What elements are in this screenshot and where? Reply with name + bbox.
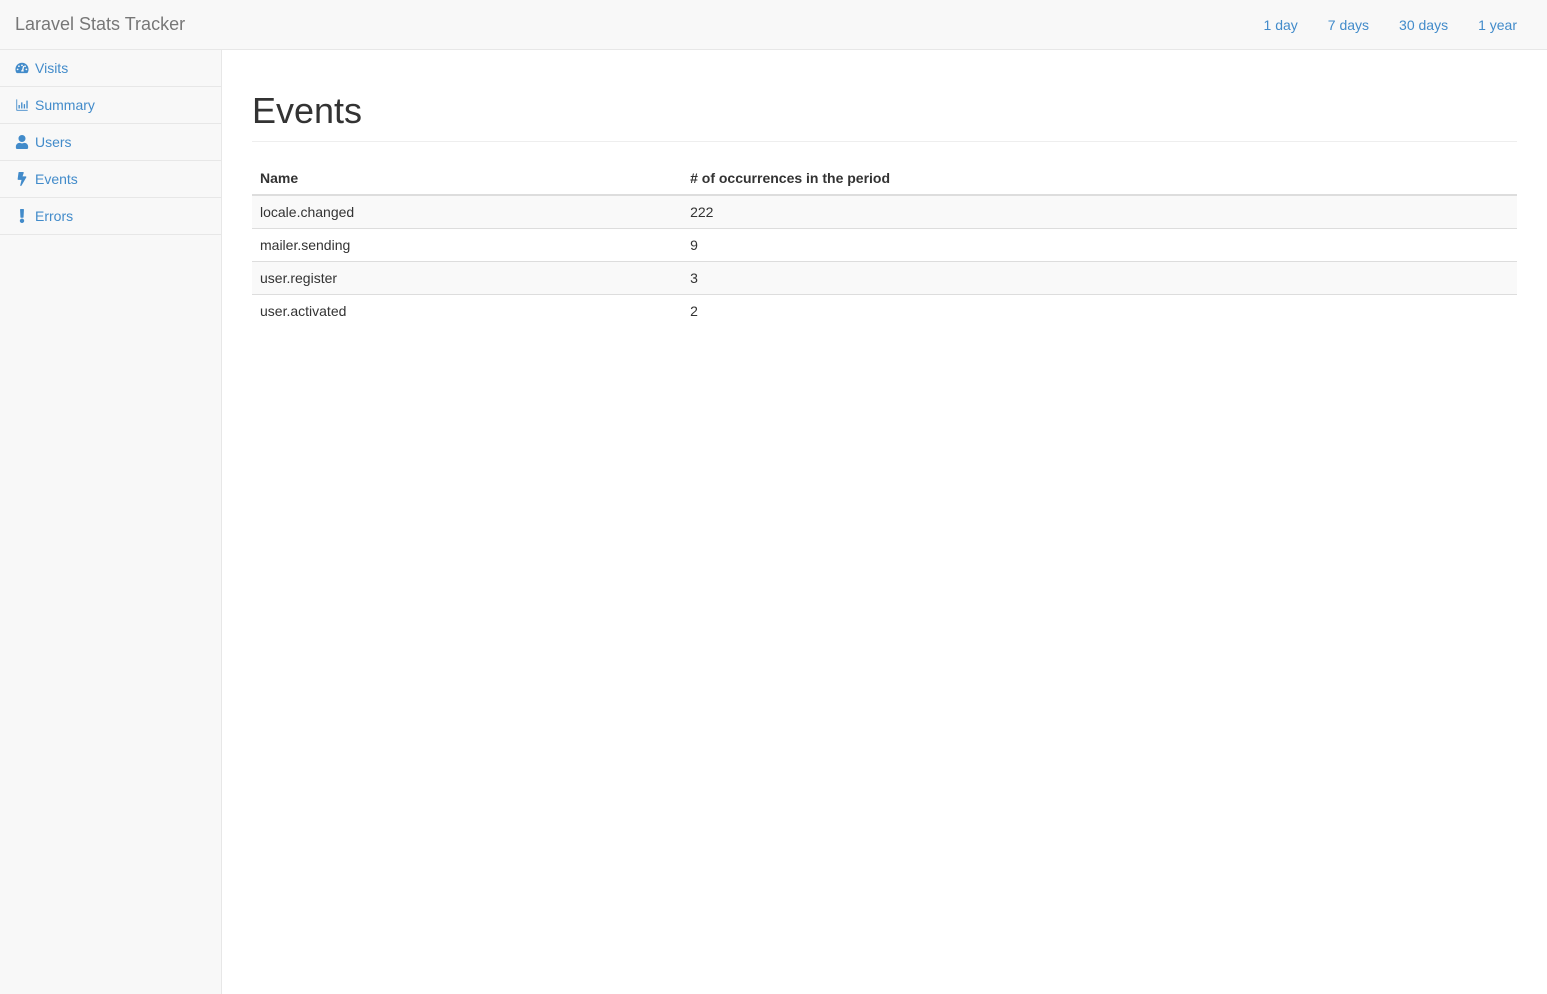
events-table: Name # of occurrences in the period loca… bbox=[252, 162, 1517, 327]
sidebar-item-events[interactable]: Events bbox=[0, 161, 221, 197]
sidebar: Visits Summary Users bbox=[0, 50, 222, 994]
cell-name: user.register bbox=[252, 262, 682, 295]
period-1-day[interactable]: 1 day bbox=[1249, 2, 1313, 48]
page-title: Events bbox=[252, 90, 1517, 142]
cell-count: 2 bbox=[682, 295, 1517, 328]
table-row: user.activated 2 bbox=[252, 295, 1517, 328]
table-row: mailer.sending 9 bbox=[252, 229, 1517, 262]
user-icon bbox=[15, 135, 29, 149]
sidebar-item-label: Events bbox=[35, 171, 78, 187]
cell-name: mailer.sending bbox=[252, 229, 682, 262]
column-count: # of occurrences in the period bbox=[682, 162, 1517, 195]
brand-link[interactable]: Laravel Stats Tracker bbox=[15, 14, 185, 35]
sidebar-item-users[interactable]: Users bbox=[0, 124, 221, 160]
cell-count: 3 bbox=[682, 262, 1517, 295]
column-name: Name bbox=[252, 162, 682, 195]
period-30-days[interactable]: 30 days bbox=[1384, 2, 1463, 48]
main-content: Events Name # of occurrences in the peri… bbox=[222, 50, 1547, 994]
navbar: Laravel Stats Tracker 1 day 7 days 30 da… bbox=[0, 0, 1547, 50]
sidebar-item-errors[interactable]: Errors bbox=[0, 198, 221, 234]
sidebar-item-visits[interactable]: Visits bbox=[0, 50, 221, 86]
sidebar-item-summary[interactable]: Summary bbox=[0, 87, 221, 123]
dashboard-icon bbox=[15, 61, 29, 75]
cell-count: 9 bbox=[682, 229, 1517, 262]
cell-name: user.activated bbox=[252, 295, 682, 328]
table-row: locale.changed 222 bbox=[252, 195, 1517, 229]
period-selector: 1 day 7 days 30 days 1 year bbox=[1249, 2, 1532, 48]
period-7-days[interactable]: 7 days bbox=[1313, 2, 1384, 48]
period-1-year[interactable]: 1 year bbox=[1463, 2, 1532, 48]
bolt-icon bbox=[15, 172, 29, 186]
sidebar-item-label: Visits bbox=[35, 60, 68, 76]
sidebar-item-label: Summary bbox=[35, 97, 95, 113]
table-row: user.register 3 bbox=[252, 262, 1517, 295]
bar-chart-icon bbox=[15, 98, 29, 112]
sidebar-item-label: Errors bbox=[35, 208, 73, 224]
cell-count: 222 bbox=[682, 195, 1517, 229]
sidebar-item-label: Users bbox=[35, 134, 72, 150]
exclamation-icon bbox=[15, 209, 29, 223]
cell-name: locale.changed bbox=[252, 195, 682, 229]
